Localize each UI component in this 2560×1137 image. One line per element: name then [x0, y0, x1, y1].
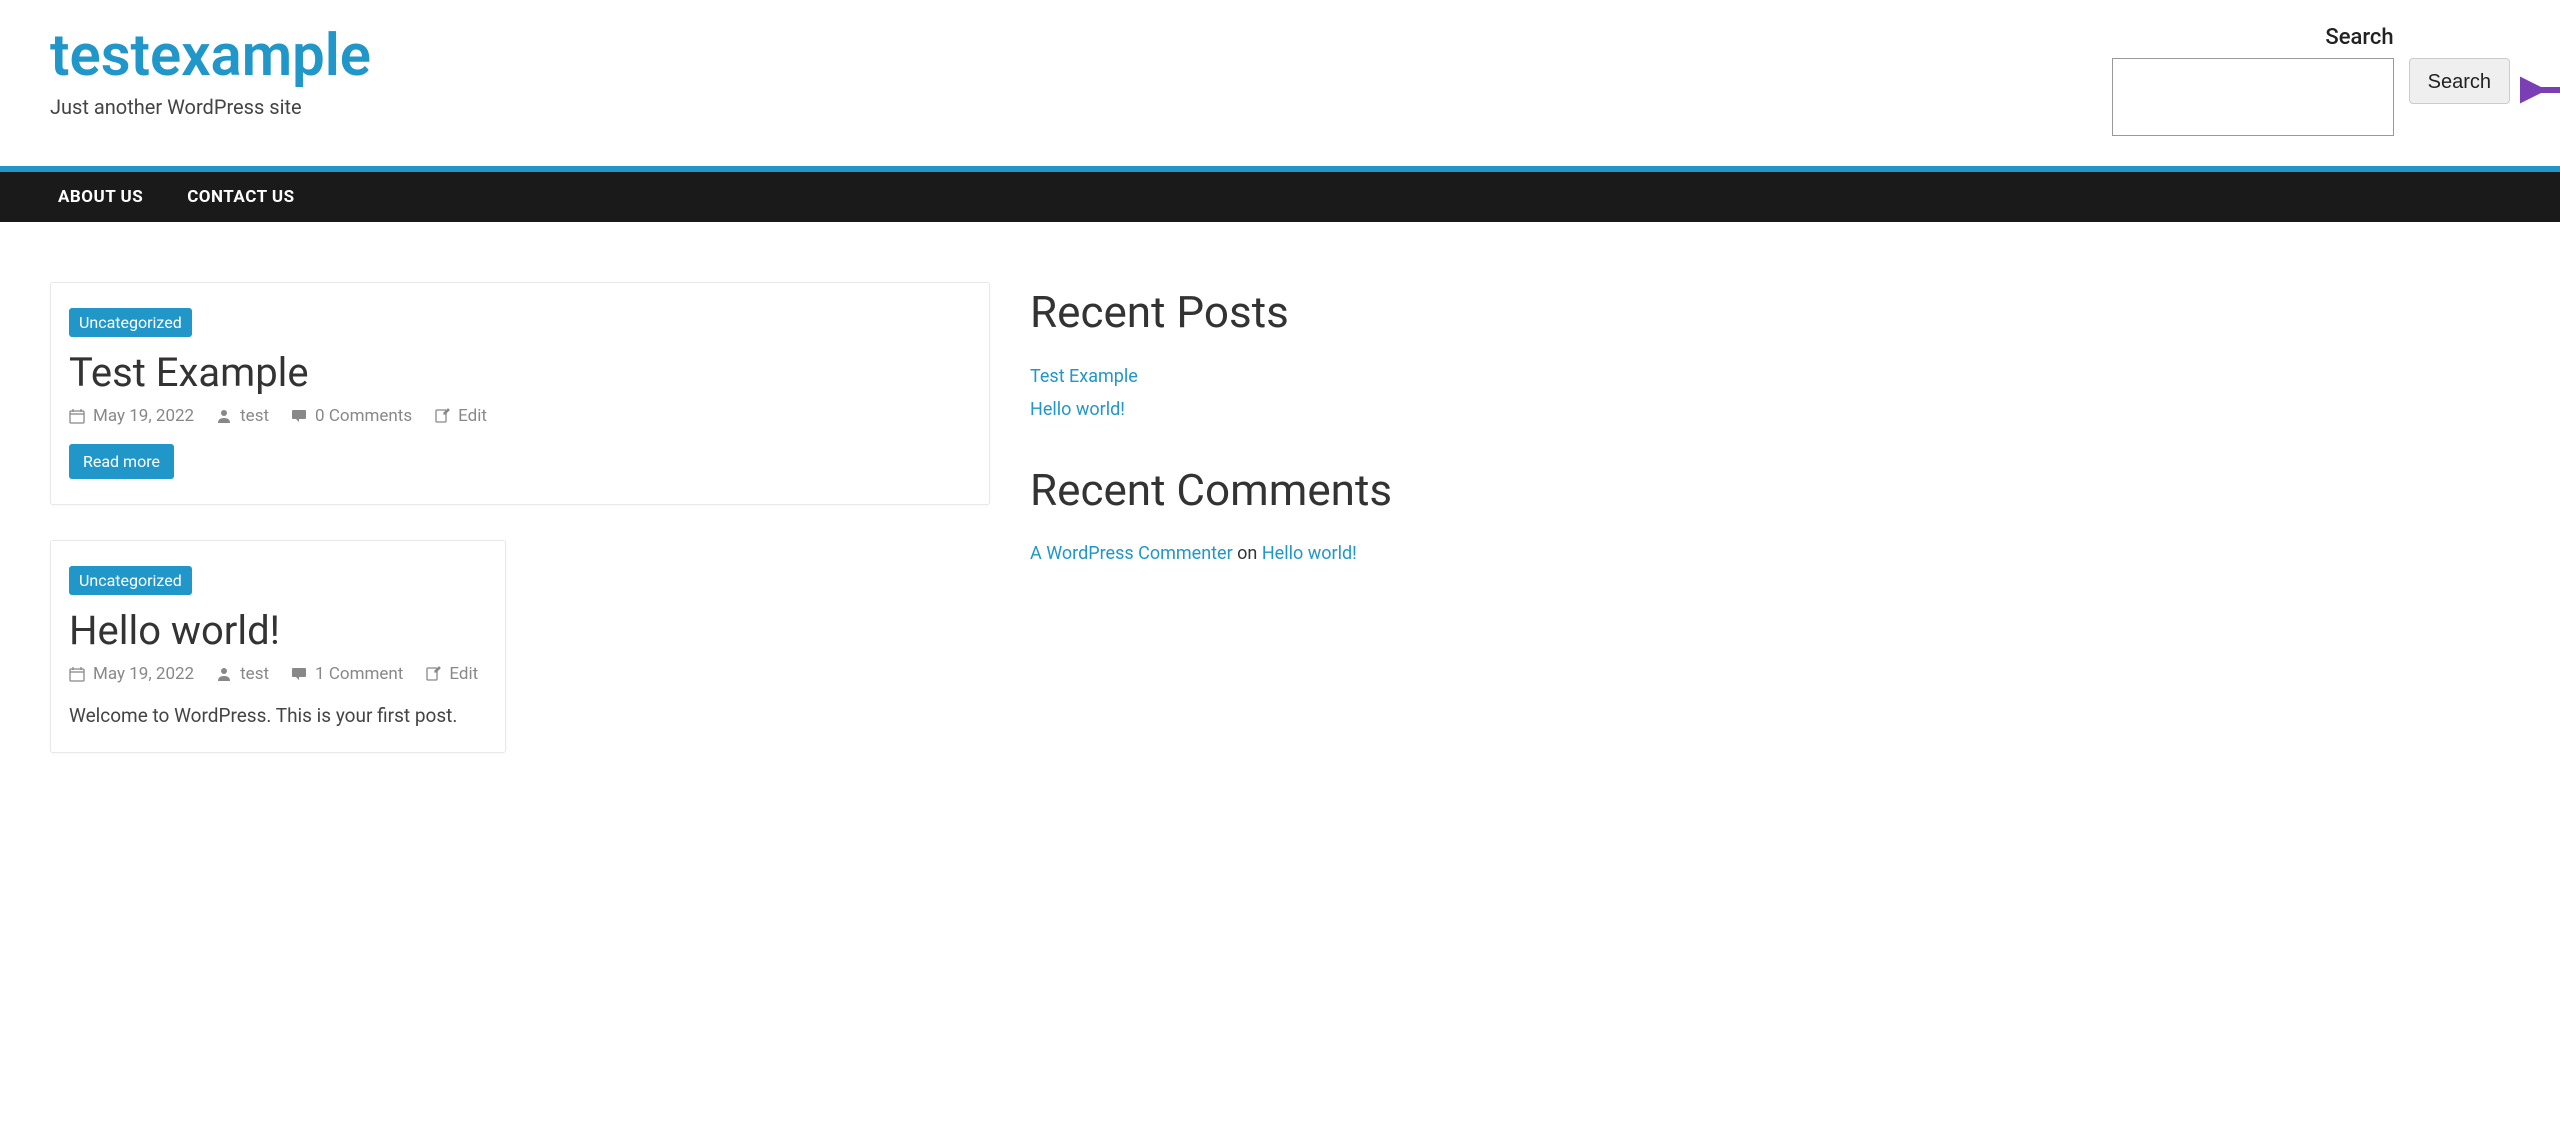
post-title: Test Example	[69, 349, 971, 396]
recent-comments-widget: Recent Comments A WordPress Commenter on…	[1030, 465, 2510, 565]
search-button[interactable]: Search	[2409, 58, 2510, 104]
site-tagline: Just another WordPress site	[50, 95, 2112, 119]
search-input[interactable]	[2112, 58, 2394, 136]
site-title-link[interactable]: testexample	[50, 22, 371, 90]
comment-icon	[291, 408, 307, 424]
annotation-arrow-icon	[2520, 75, 2560, 105]
post-excerpt: Welcome to WordPress. This is your first…	[69, 704, 487, 727]
meta-comments-text: 1 Comment	[315, 664, 403, 684]
meta-edit[interactable]: Edit	[434, 406, 487, 426]
search-widget: Search Search	[2112, 25, 2510, 136]
user-icon	[216, 408, 232, 424]
read-more-button[interactable]: Read more	[69, 444, 174, 479]
site-branding: testexample Just another WordPress site	[50, 25, 2112, 119]
meta-comments[interactable]: 0 Comments	[291, 406, 412, 426]
nav-item-about[interactable]: ABOUT US	[50, 172, 151, 222]
recent-post-link[interactable]: Test Example	[1030, 366, 1138, 387]
comment-on-text: on	[1233, 543, 1262, 564]
meta-date-text: May 19, 2022	[93, 664, 194, 684]
meta-edit-text: Edit	[458, 406, 487, 426]
meta-date[interactable]: May 19, 2022	[69, 406, 194, 426]
post-title-link[interactable]: Hello world!	[69, 607, 280, 654]
meta-author-text: test	[240, 406, 269, 426]
edit-icon	[425, 666, 441, 682]
comment-author-link[interactable]: A WordPress Commenter	[1030, 543, 1233, 564]
recent-posts-widget: Recent Posts Test Example Hello world!	[1030, 287, 2510, 420]
nav-item-contact[interactable]: CONTACT US	[179, 172, 302, 222]
post-meta: May 19, 2022 test 1 Comment	[69, 664, 487, 684]
site-header: testexample Just another WordPress site …	[0, 0, 2560, 166]
meta-edit-text: Edit	[449, 664, 478, 684]
post-card: Uncategorized Test Example May 19, 2022 …	[50, 282, 990, 505]
list-item: A WordPress Commenter on Hello world!	[1030, 543, 2510, 564]
post-card: Uncategorized Hello world! May 19, 2022 …	[50, 540, 506, 753]
meta-date-text: May 19, 2022	[93, 406, 194, 426]
comment-post-link[interactable]: Hello world!	[1262, 543, 1357, 564]
meta-comments[interactable]: 1 Comment	[291, 664, 403, 684]
category-badge[interactable]: Uncategorized	[69, 308, 192, 337]
comment-icon	[291, 666, 307, 682]
meta-comments-text: 0 Comments	[315, 406, 412, 426]
calendar-icon	[69, 408, 85, 424]
list-item: Hello world!	[1030, 399, 2510, 420]
widget-title: Recent Posts	[1030, 287, 2510, 338]
user-icon	[216, 666, 232, 682]
post-meta: May 19, 2022 test 0 Comments	[69, 406, 971, 426]
category-badge[interactable]: Uncategorized	[69, 566, 192, 595]
main-content: Uncategorized Test Example May 19, 2022 …	[50, 282, 990, 788]
main-nav: ABOUT US CONTACT US	[0, 172, 2560, 222]
recent-post-link[interactable]: Hello world!	[1030, 399, 1125, 420]
meta-author[interactable]: test	[216, 406, 269, 426]
sidebar: Recent Posts Test Example Hello world! R…	[1030, 282, 2510, 788]
post-title: Hello world!	[69, 607, 487, 654]
list-item: Test Example	[1030, 366, 2510, 387]
edit-icon	[434, 408, 450, 424]
site-title: testexample	[50, 25, 2112, 89]
post-title-link[interactable]: Test Example	[69, 349, 309, 396]
search-label: Search	[2112, 25, 2394, 50]
content-wrapper: Uncategorized Test Example May 19, 2022 …	[0, 222, 2560, 788]
calendar-icon	[69, 666, 85, 682]
meta-author[interactable]: test	[216, 664, 269, 684]
meta-edit[interactable]: Edit	[425, 664, 478, 684]
meta-date[interactable]: May 19, 2022	[69, 664, 194, 684]
widget-title: Recent Comments	[1030, 465, 2510, 516]
meta-author-text: test	[240, 664, 269, 684]
